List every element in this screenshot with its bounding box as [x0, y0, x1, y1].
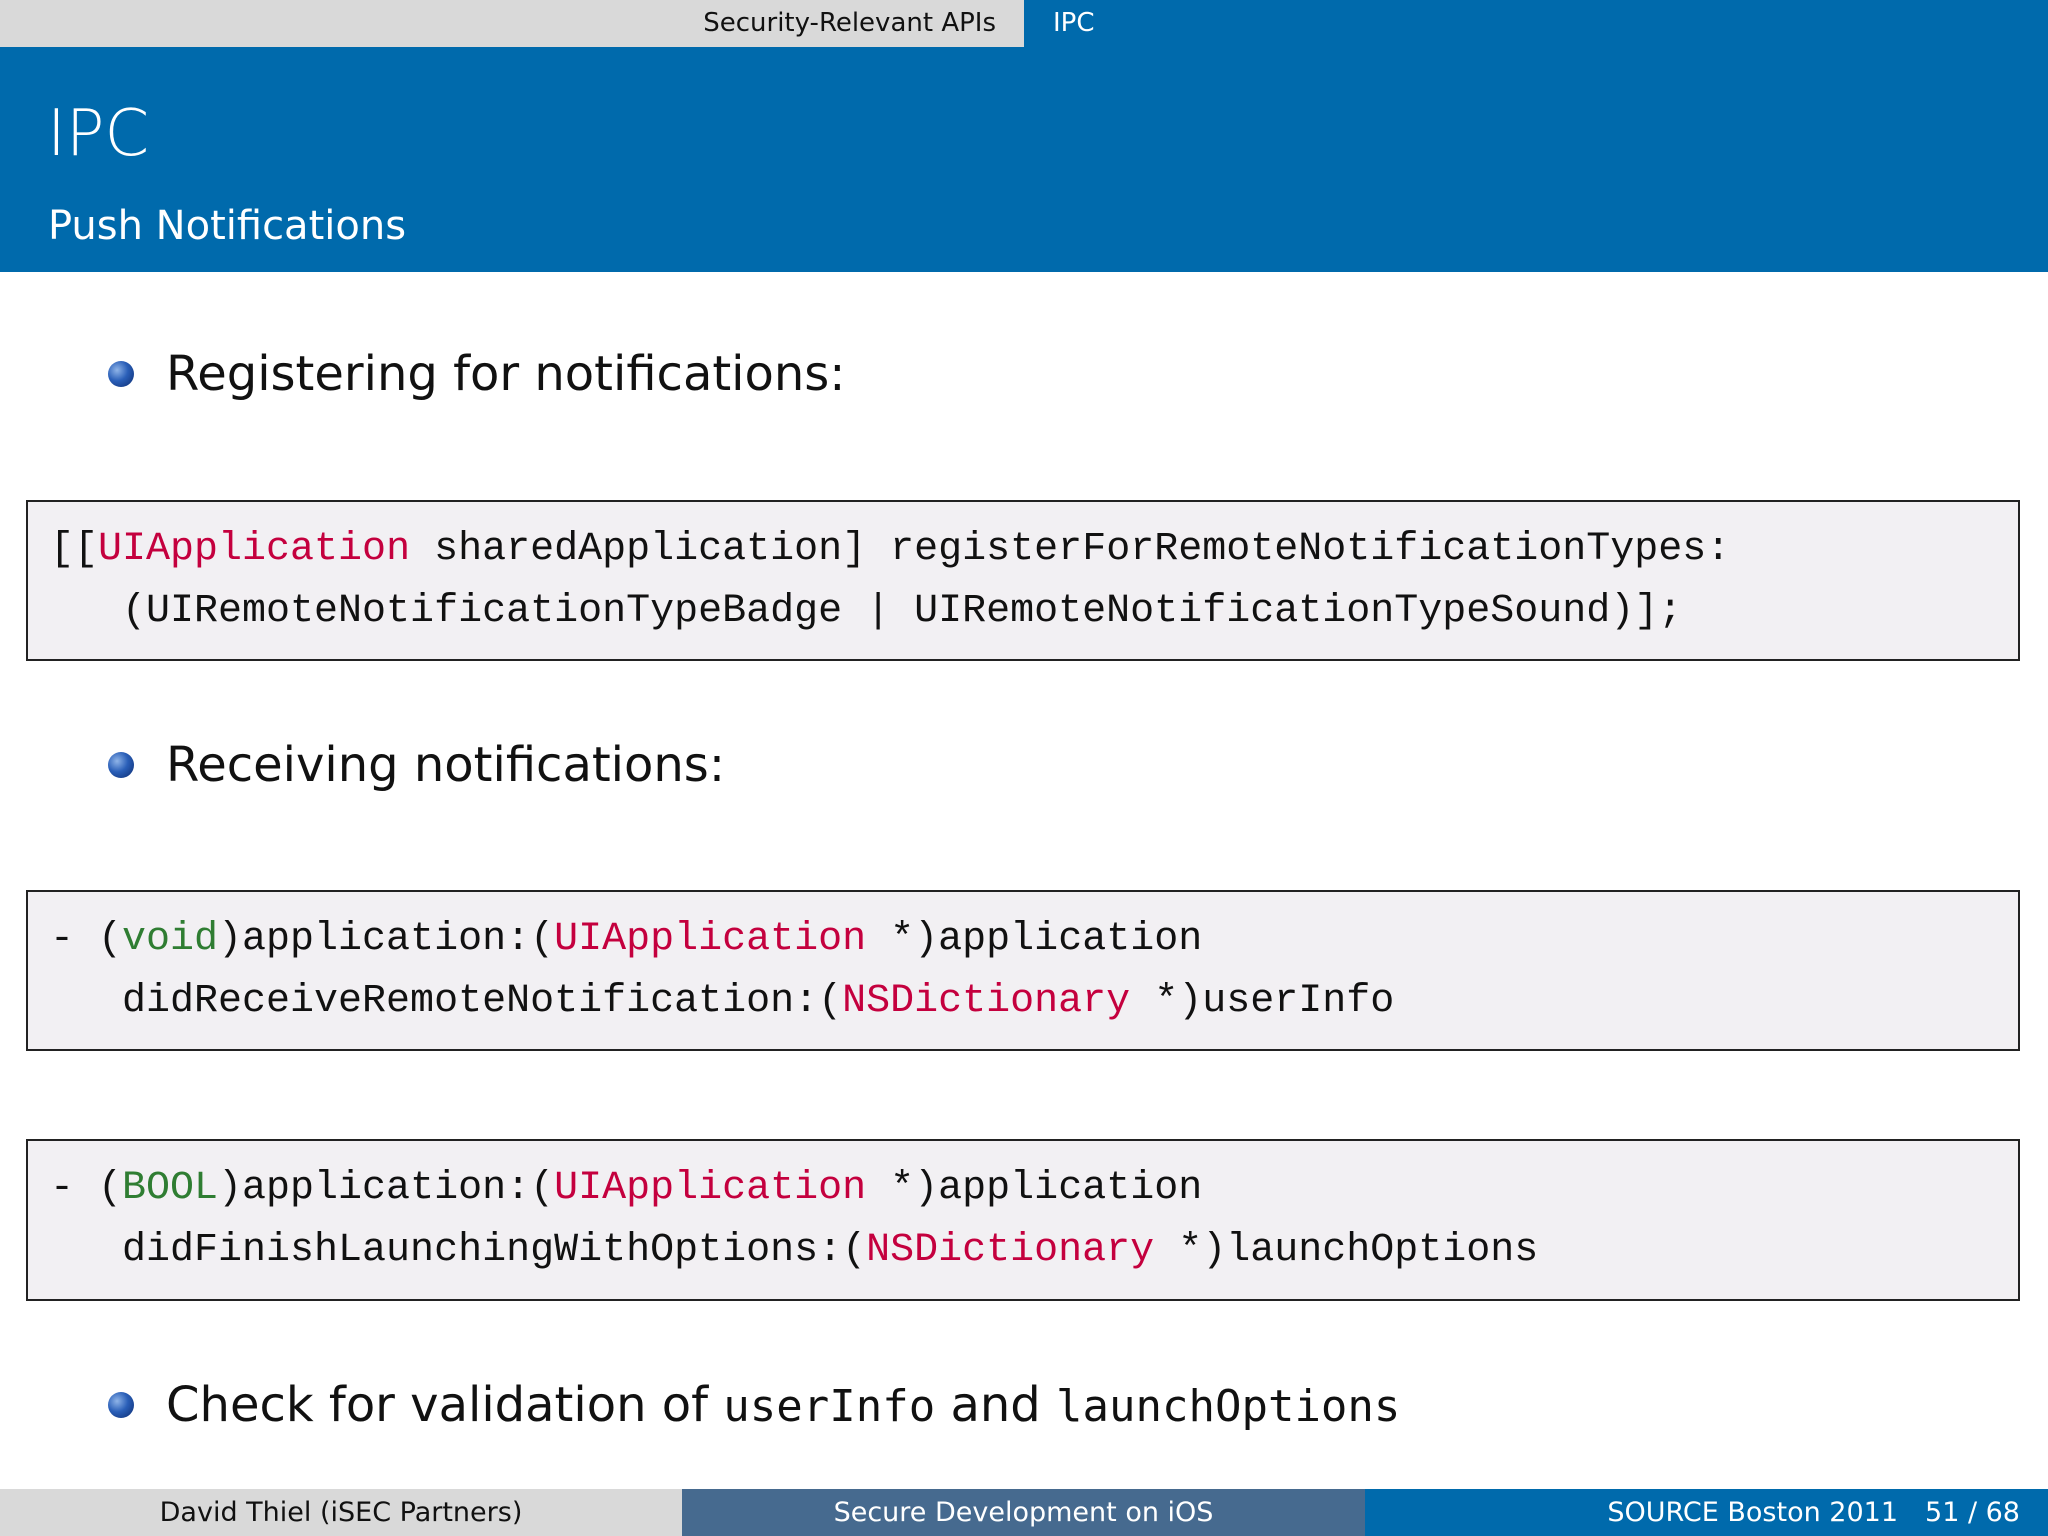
nav-subsection-label: IPC — [1053, 8, 1095, 38]
code-type: void — [122, 917, 219, 962]
code-token: )application:( — [218, 1166, 555, 1211]
code-block: [[UIApplication sharedApplication] regis… — [26, 500, 2020, 661]
bullet-text: Receiving notifications: — [166, 737, 725, 793]
code-line: [[UIApplication sharedApplication] regis… — [50, 526, 1730, 574]
code-line: didFinishLaunchingWithOptions:(NSDiction… — [50, 1227, 1538, 1275]
code-token: *)launchOptions — [1154, 1228, 1539, 1273]
inline-code: userInfo — [723, 1381, 936, 1432]
navigation-bar: Security-Relevant APIs IPC — [0, 0, 2048, 47]
slide-header: IPC Push Notifications — [0, 47, 2048, 272]
code-block: - (BOOL)application:(UIApplication *)app… — [26, 1139, 2020, 1301]
footer-right: SOURCE Boston 2011 51 / 68 — [1365, 1489, 2048, 1536]
footer-author: David Thiel (iSEC Partners) — [0, 1489, 682, 1536]
bullet-icon — [108, 752, 134, 778]
page-number: 51 / 68 — [1925, 1497, 2020, 1528]
footer-talk-title: Secure Development on iOS — [682, 1489, 1365, 1536]
code-token: - ( — [50, 1166, 123, 1211]
bullet-text-part: Check for validation of — [166, 1377, 724, 1433]
code-class-name: NSDictionary — [866, 1228, 1155, 1273]
bullet-item: Check for validation of userInfo and lau… — [108, 1377, 1400, 1433]
code-token: didFinishLaunchingWithOptions:( — [50, 1228, 867, 1273]
bullet-text: Registering for notifications: — [166, 346, 846, 402]
code-token: *)application — [866, 1166, 1203, 1211]
code-token: *)userInfo — [1130, 979, 1395, 1024]
nav-section-link[interactable]: Security-Relevant APIs — [703, 0, 1024, 47]
slide-title: IPC — [47, 97, 150, 171]
code-token: [[ — [50, 527, 99, 572]
code-type: BOOL — [122, 1166, 219, 1211]
code-class-name: UIApplication — [554, 917, 867, 962]
code-line: didReceiveRemoteNotification:(NSDictiona… — [50, 978, 1394, 1026]
code-line: - (void)application:(UIApplication *)app… — [50, 916, 1202, 964]
bullet-text: Check for validation of userInfo and lau… — [166, 1377, 1400, 1433]
bullet-icon — [108, 361, 134, 387]
slide-subtitle: Push Notifications — [48, 203, 407, 249]
bullet-icon — [108, 1392, 134, 1418]
code-token: - ( — [50, 917, 123, 962]
code-token: (UIRemoteNotificationTypeBadge | UIRemot… — [50, 589, 1683, 634]
code-class-name: UIApplication — [554, 1166, 867, 1211]
nav-subsection-current[interactable]: IPC — [1024, 0, 2048, 47]
slide-footer: David Thiel (iSEC Partners) Secure Devel… — [0, 1489, 2048, 1536]
code-class-name: UIApplication — [98, 527, 411, 572]
inline-code: launchOptions — [1056, 1381, 1401, 1432]
code-block: - (void)application:(UIApplication *)app… — [26, 890, 2020, 1051]
code-token: *)application — [866, 917, 1203, 962]
code-class-name: NSDictionary — [842, 979, 1131, 1024]
code-token: )application:( — [218, 917, 555, 962]
bullet-item: Receiving notifications: — [108, 737, 725, 793]
code-token: sharedApplication] registerForRemoteNoti… — [410, 527, 1731, 572]
code-token: didReceiveRemoteNotification:( — [50, 979, 843, 1024]
footer-conference: SOURCE Boston 2011 — [1607, 1497, 1898, 1528]
bullet-text-part: and — [935, 1377, 1057, 1433]
code-line: - (BOOL)application:(UIApplication *)app… — [50, 1165, 1202, 1213]
bullet-item: Registering for notifications: — [108, 346, 845, 402]
code-line: (UIRemoteNotificationTypeBadge | UIRemot… — [50, 588, 1682, 636]
